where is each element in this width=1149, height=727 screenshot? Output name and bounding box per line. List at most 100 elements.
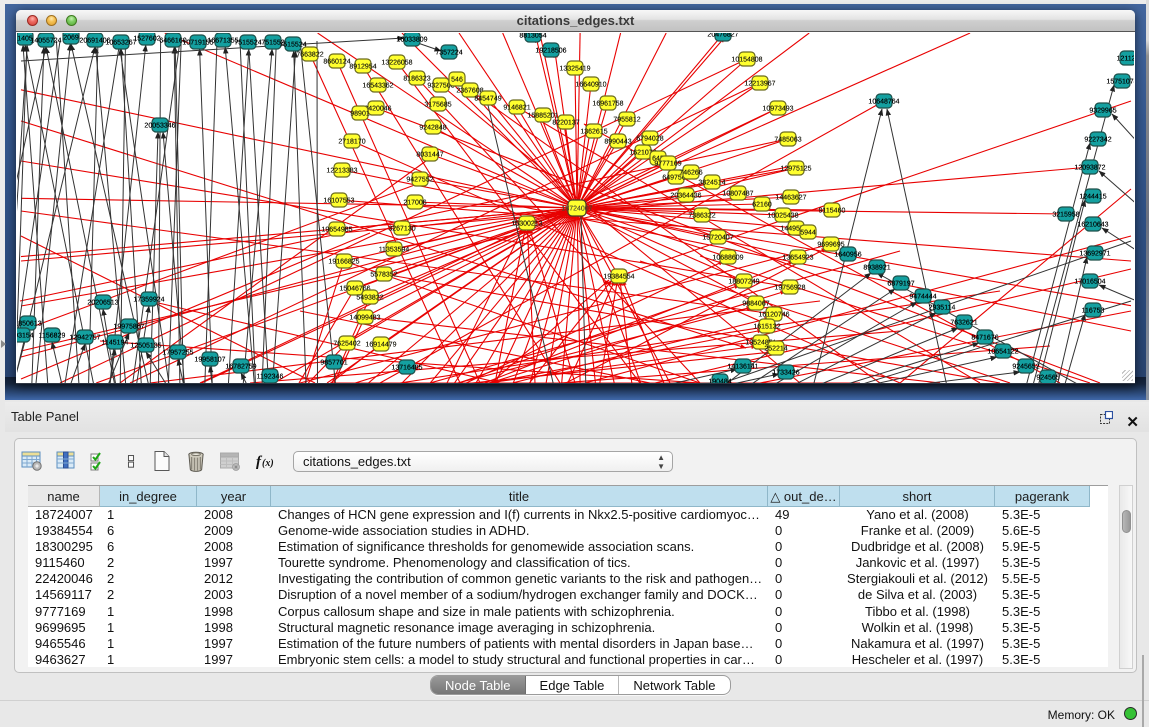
svg-text:10807487: 10807487 <box>722 190 753 197</box>
svg-text:18724007: 18724007 <box>561 205 592 212</box>
svg-text:12942757: 12942757 <box>69 334 100 341</box>
svg-text:16961758: 16961758 <box>592 100 623 107</box>
svg-text:10648764: 10648764 <box>868 98 899 105</box>
svg-text:16640910: 16640910 <box>575 81 606 88</box>
svg-text:12505135: 12505135 <box>130 342 161 349</box>
svg-text:19654985: 19654985 <box>321 226 352 233</box>
svg-text:12975125: 12975125 <box>780 165 811 172</box>
svg-text:19218506: 19218506 <box>535 47 566 54</box>
svg-text:3175685: 3175685 <box>424 101 451 108</box>
svg-text:14055724: 14055724 <box>30 37 61 44</box>
svg-text:16033809: 16033809 <box>396 36 427 43</box>
svg-text:8186323: 8186323 <box>403 75 430 82</box>
svg-text:1640956: 1640956 <box>834 251 861 258</box>
svg-text:15720407: 15720407 <box>702 234 733 241</box>
svg-text:16107553: 16107553 <box>323 197 354 204</box>
svg-text:10973493: 10973493 <box>762 105 793 112</box>
svg-text:10688609: 10688609 <box>712 254 743 261</box>
svg-text:9427552: 9427552 <box>406 176 433 183</box>
svg-text:7386322: 7386322 <box>688 212 715 219</box>
svg-text:62160: 62160 <box>752 201 772 208</box>
svg-text:15300213: 15300213 <box>511 220 542 227</box>
svg-text:6879197: 6879197 <box>887 280 914 287</box>
svg-text:1362615: 1362615 <box>580 128 607 135</box>
svg-text:8471676: 8471676 <box>971 334 998 341</box>
svg-text:19166825: 19166825 <box>328 258 359 265</box>
svg-text:13716485: 13716485 <box>391 364 422 371</box>
svg-text:15751074: 15751074 <box>1106 78 1134 85</box>
svg-text:993154: 993154 <box>17 332 34 339</box>
svg-text:5944: 5944 <box>800 229 816 236</box>
svg-text:7663822: 7663822 <box>296 51 323 58</box>
svg-text:9227342: 9227342 <box>1084 136 1111 143</box>
svg-text:17016504: 17016504 <box>1074 278 1105 285</box>
svg-text:2069: 2069 <box>63 34 79 41</box>
svg-text:116753: 116753 <box>1082 307 1105 314</box>
svg-text:20364436: 20364436 <box>670 192 701 199</box>
svg-text:9699695: 9699695 <box>817 241 844 248</box>
svg-text:5493822: 5493822 <box>356 294 383 301</box>
svg-text:1244415: 1244415 <box>1079 193 1106 200</box>
svg-text:(x): (x) <box>262 458 274 469</box>
svg-text:8938921: 8938921 <box>863 264 890 271</box>
svg-text:9329965: 9329965 <box>1089 107 1116 114</box>
svg-text:7357224: 7357224 <box>435 49 462 56</box>
svg-text:5578352: 5578352 <box>370 271 397 278</box>
svg-text:19958107: 19958107 <box>194 356 225 363</box>
svg-text:16120746: 16120746 <box>758 311 789 318</box>
svg-text:16543362: 16543362 <box>362 82 393 89</box>
svg-text:18807249: 18807249 <box>728 278 759 285</box>
svg-text:13226058: 13226058 <box>381 59 412 66</box>
svg-text:121121: 121121 <box>1117 55 1134 62</box>
svg-text:2718170: 2718170 <box>338 138 365 145</box>
svg-text:9146821: 9146821 <box>503 104 530 111</box>
svg-text:10025438: 10025438 <box>767 212 798 219</box>
svg-text:12213967: 12213967 <box>744 80 775 87</box>
svg-text:7515524: 7515524 <box>279 41 306 48</box>
svg-text:217006: 217006 <box>403 199 426 206</box>
svg-text:9474444: 9474444 <box>909 293 936 300</box>
svg-text:9242848: 9242848 <box>419 124 446 131</box>
svg-text:7515524: 7515524 <box>234 39 261 46</box>
svg-text:20206513: 20206513 <box>87 299 118 306</box>
svg-text:1850613: 1850613 <box>17 320 42 327</box>
svg-text:252214: 252214 <box>764 345 787 352</box>
svg-text:16210643: 16210643 <box>1077 221 1108 228</box>
svg-text:1615132: 1615132 <box>753 323 780 330</box>
svg-text:20476827: 20476827 <box>707 33 738 38</box>
svg-text:9857701: 9857701 <box>320 359 347 366</box>
svg-text:10654122: 10654122 <box>987 348 1018 355</box>
svg-text:10653267: 10653267 <box>105 39 136 46</box>
svg-text:12213383: 12213383 <box>326 167 357 174</box>
svg-text:8031447: 8031447 <box>416 151 443 158</box>
svg-text:8990443: 8990443 <box>604 138 631 145</box>
svg-text:1156829: 1156829 <box>39 332 66 339</box>
svg-text:14463627: 14463627 <box>775 194 806 201</box>
svg-text:15885201: 15885201 <box>527 112 558 119</box>
svg-text:20053346: 20053346 <box>144 122 175 129</box>
svg-text:17957255: 17957255 <box>162 349 193 356</box>
svg-text:17359924: 17359924 <box>133 296 164 303</box>
svg-text:16914479: 16914479 <box>365 341 396 348</box>
svg-text:190484: 190484 <box>708 378 731 383</box>
svg-text:1145194: 1145194 <box>102 339 129 346</box>
svg-text:3267130: 3267130 <box>388 225 415 232</box>
svg-text:8454749: 8454749 <box>474 95 501 102</box>
svg-text:7632621: 7632621 <box>950 319 977 326</box>
svg-text:13654923: 13654923 <box>782 254 813 261</box>
svg-text:924565: 924565 <box>1036 374 1059 381</box>
svg-text:1733426: 1733426 <box>772 369 799 376</box>
svg-text:9777169: 9777169 <box>654 160 681 167</box>
svg-text:746266: 746266 <box>679 169 702 176</box>
svg-text:9884067: 9884067 <box>742 300 769 307</box>
svg-text:19975867: 19975867 <box>113 323 144 330</box>
svg-text:1192346: 1192346 <box>257 373 284 380</box>
svg-text:13692971: 13692971 <box>1079 250 1110 257</box>
svg-text:98901: 98901 <box>350 110 370 117</box>
svg-text:14099483: 14099483 <box>349 314 380 321</box>
svg-text:8813054: 8813054 <box>519 33 546 39</box>
svg-text:7955812: 7955812 <box>613 116 640 123</box>
svg-text:1527602: 1527602 <box>133 35 160 42</box>
svg-text:11353594: 11353594 <box>379 246 410 253</box>
svg-text:10154808: 10154808 <box>731 56 762 63</box>
